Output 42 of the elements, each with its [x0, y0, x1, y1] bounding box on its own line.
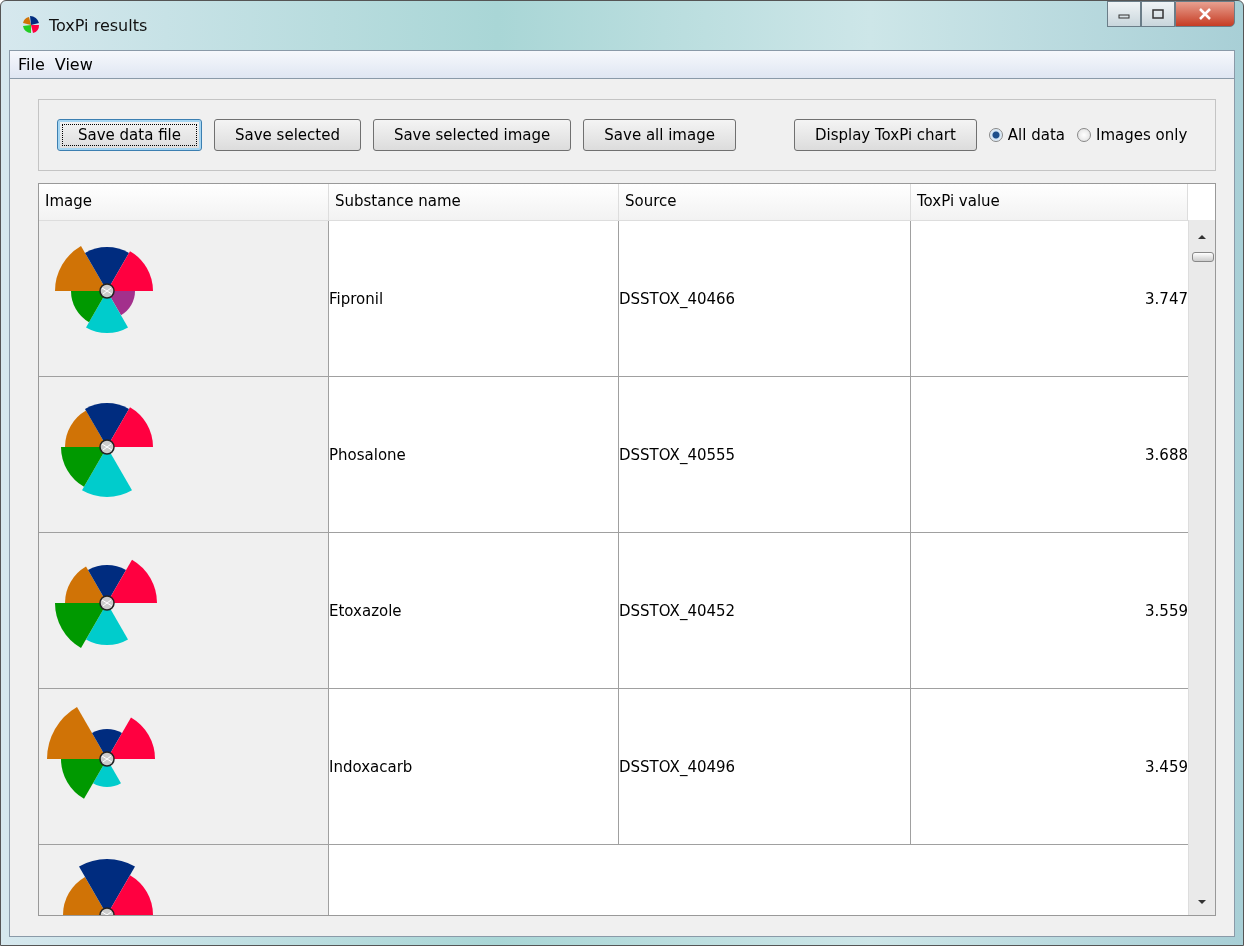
radio-option[interactable]: Images only [1077, 126, 1188, 144]
table-cell: DSSTOX_40496 [619, 689, 911, 844]
pie-chart-icon [21, 15, 41, 36]
table-cell: DSSTOX_40452 [619, 533, 911, 688]
column-header[interactable]: Image [39, 184, 329, 220]
close-button[interactable] [1175, 1, 1235, 27]
close-icon [1198, 8, 1212, 20]
scroll-down-icon [1197, 899, 1207, 905]
vertical-scrollbar[interactable] [1188, 220, 1215, 915]
hub-icon [99, 439, 115, 455]
table-cell: Indoxacarb [329, 689, 619, 844]
scrollbar-thumb[interactable] [1192, 252, 1214, 262]
table-cell: Fipronil [329, 221, 619, 376]
table-cell: Phosalone [329, 377, 619, 532]
maximize-icon [1152, 9, 1164, 19]
column-header[interactable]: Substance name [329, 184, 619, 220]
table-cell: DSSTOX_40466 [619, 221, 911, 376]
table-cell-text: 3.559 [1144, 600, 1188, 622]
minimize-button[interactable] [1107, 1, 1141, 27]
table-cell-text: 3.459 [1144, 756, 1188, 778]
column-header[interactable]: Source [619, 184, 911, 220]
hub-icon [99, 751, 115, 767]
hub-icon [99, 595, 115, 611]
table-cell-text: 3.747 [1144, 288, 1188, 310]
radio-option[interactable]: All data [988, 126, 1065, 144]
window-title: ToxPi results [49, 15, 148, 35]
table-cell-text: 3.688 [1144, 444, 1188, 466]
toolbar-button[interactable]: Save all image [583, 119, 736, 151]
toolbar-button[interactable]: Save selected image [372, 119, 572, 151]
table-cell: Etoxazole [329, 533, 619, 688]
table-cell: DSSTOX_40555 [619, 377, 911, 532]
hub-icon [99, 283, 115, 299]
menu-item[interactable]: View [54, 54, 93, 74]
menu-item[interactable]: File [18, 54, 45, 74]
column-header[interactable]: ToxPi value [911, 184, 1188, 220]
toolbar-button[interactable]: Save data file [57, 119, 202, 151]
toolbar-button[interactable]: Display ToxPi chart [793, 119, 977, 151]
radio-button[interactable] [1077, 128, 1091, 142]
radio-button[interactable] [988, 128, 1003, 142]
scroll-up-icon [1197, 234, 1207, 240]
maximize-button[interactable] [1141, 1, 1175, 27]
toolbar-button[interactable]: Save selected [214, 119, 361, 151]
